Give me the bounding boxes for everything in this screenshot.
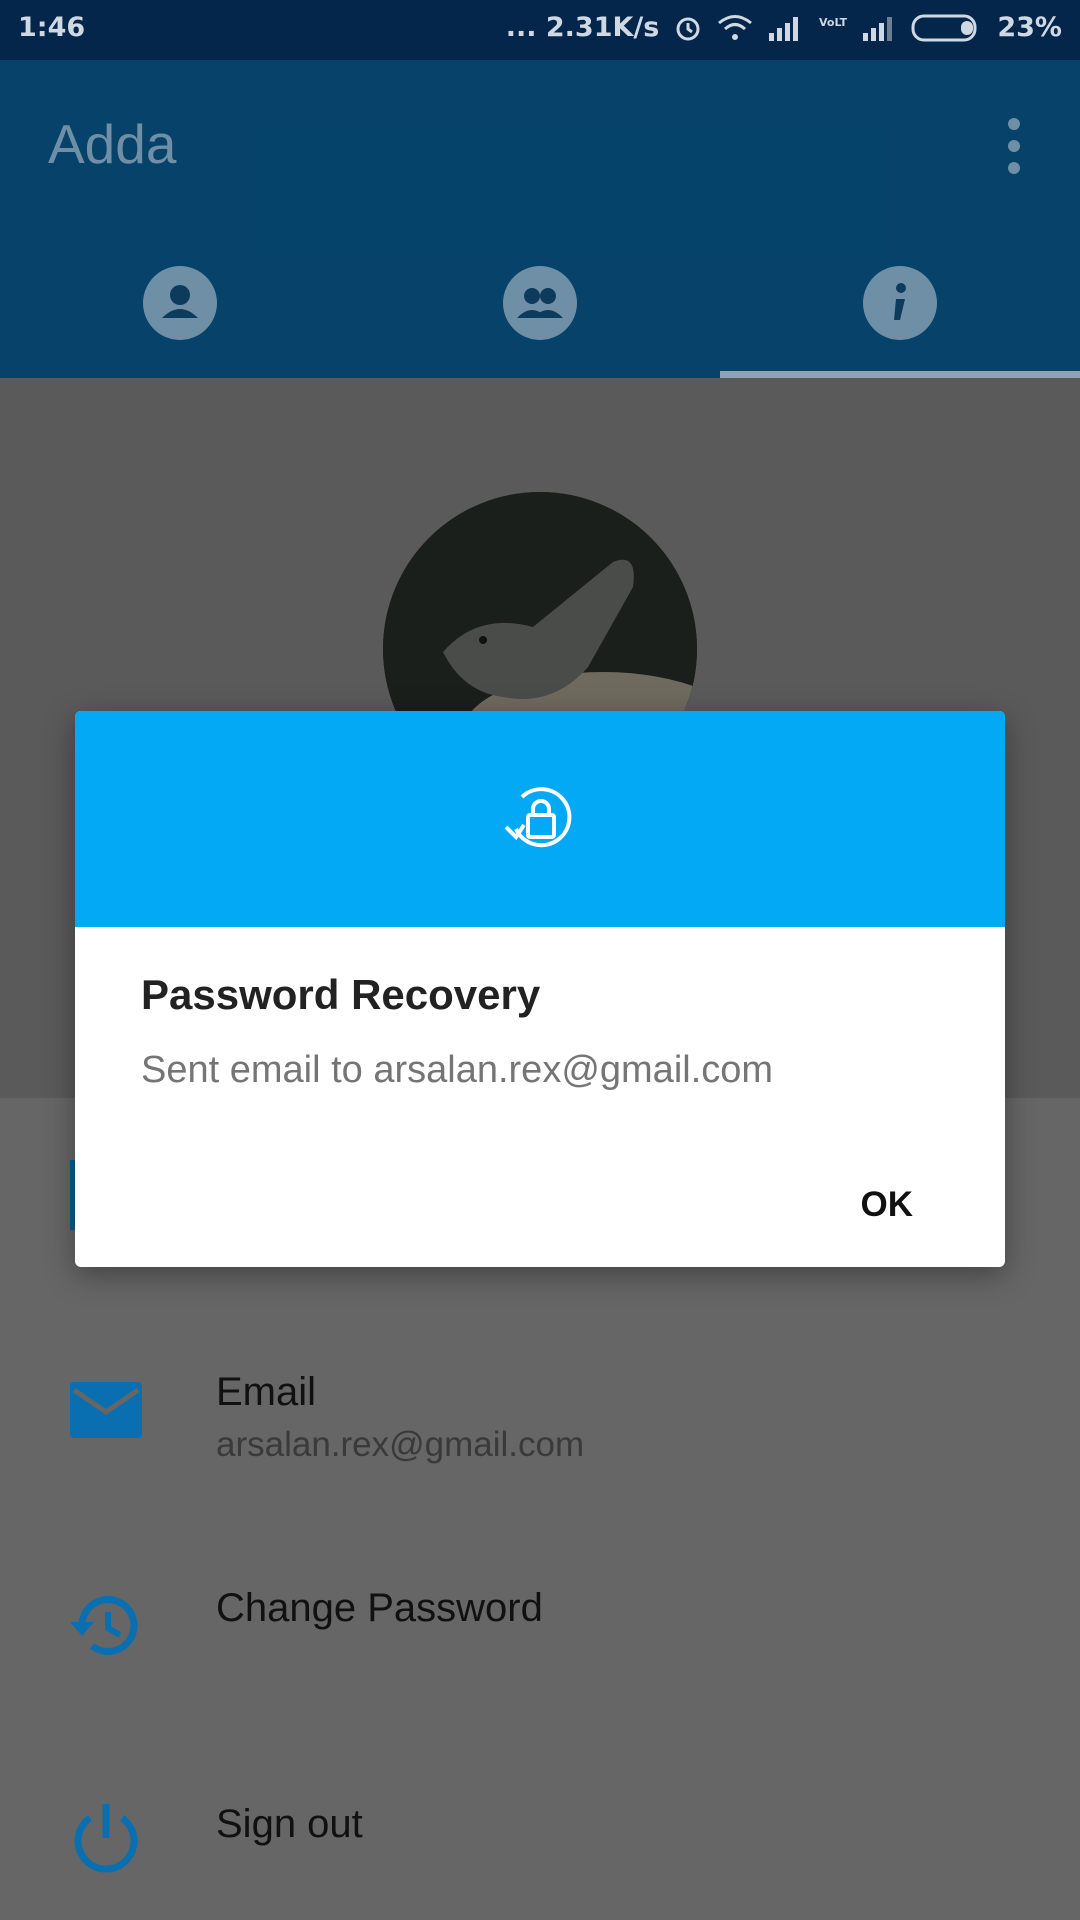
email-value: arsalan.rex@gmail.com	[216, 1425, 585, 1464]
tab-indicator	[720, 371, 1080, 378]
power-icon	[68, 1800, 144, 1883]
dialog-header	[75, 711, 1005, 927]
email-label: Email	[216, 1370, 317, 1414]
volte-icon: VoLTE	[817, 13, 847, 43]
battery-icon	[911, 13, 983, 43]
dialog-message: Sent email to arsalan.rex@gmail.com	[141, 1049, 774, 1091]
svg-text:VoLTE: VoLTE	[819, 16, 847, 29]
status-icons: ... 2.31K/s VoLTE 23%	[506, 12, 1062, 43]
sign-out-item[interactable]: Sign out	[216, 1802, 363, 1847]
profile-icon	[162, 285, 198, 318]
dialog-title: Password Recovery	[141, 971, 541, 1018]
info-icon	[894, 283, 906, 320]
change-password-item[interactable]: Change Password	[216, 1586, 543, 1631]
battery-percent: 23%	[997, 12, 1062, 43]
lock-reset-icon	[504, 787, 572, 848]
tab-info[interactable]	[863, 266, 937, 340]
group-icon	[517, 288, 563, 318]
signal-icon	[767, 15, 803, 41]
tab-profile[interactable]	[143, 266, 217, 340]
net-speed: ... 2.31K/s	[505, 12, 660, 43]
app-title: Adda	[48, 113, 177, 175]
alarm-icon	[673, 13, 703, 43]
wifi-icon	[717, 14, 753, 42]
email-icon	[68, 1380, 144, 1445]
overflow-menu-icon[interactable]	[1000, 118, 1028, 174]
status-bar: 1:46 ... 2.31K/s VoLTE 23%	[0, 0, 1080, 60]
password-recovery-dialog: Password Recovery Sent email to arsalan.…	[75, 711, 1005, 1267]
status-time: 1:46	[18, 12, 86, 43]
history-icon	[68, 1588, 144, 1669]
signal-icon	[861, 15, 897, 41]
tab-groups[interactable]	[503, 266, 577, 340]
ok-button[interactable]: OK	[847, 1175, 928, 1235]
